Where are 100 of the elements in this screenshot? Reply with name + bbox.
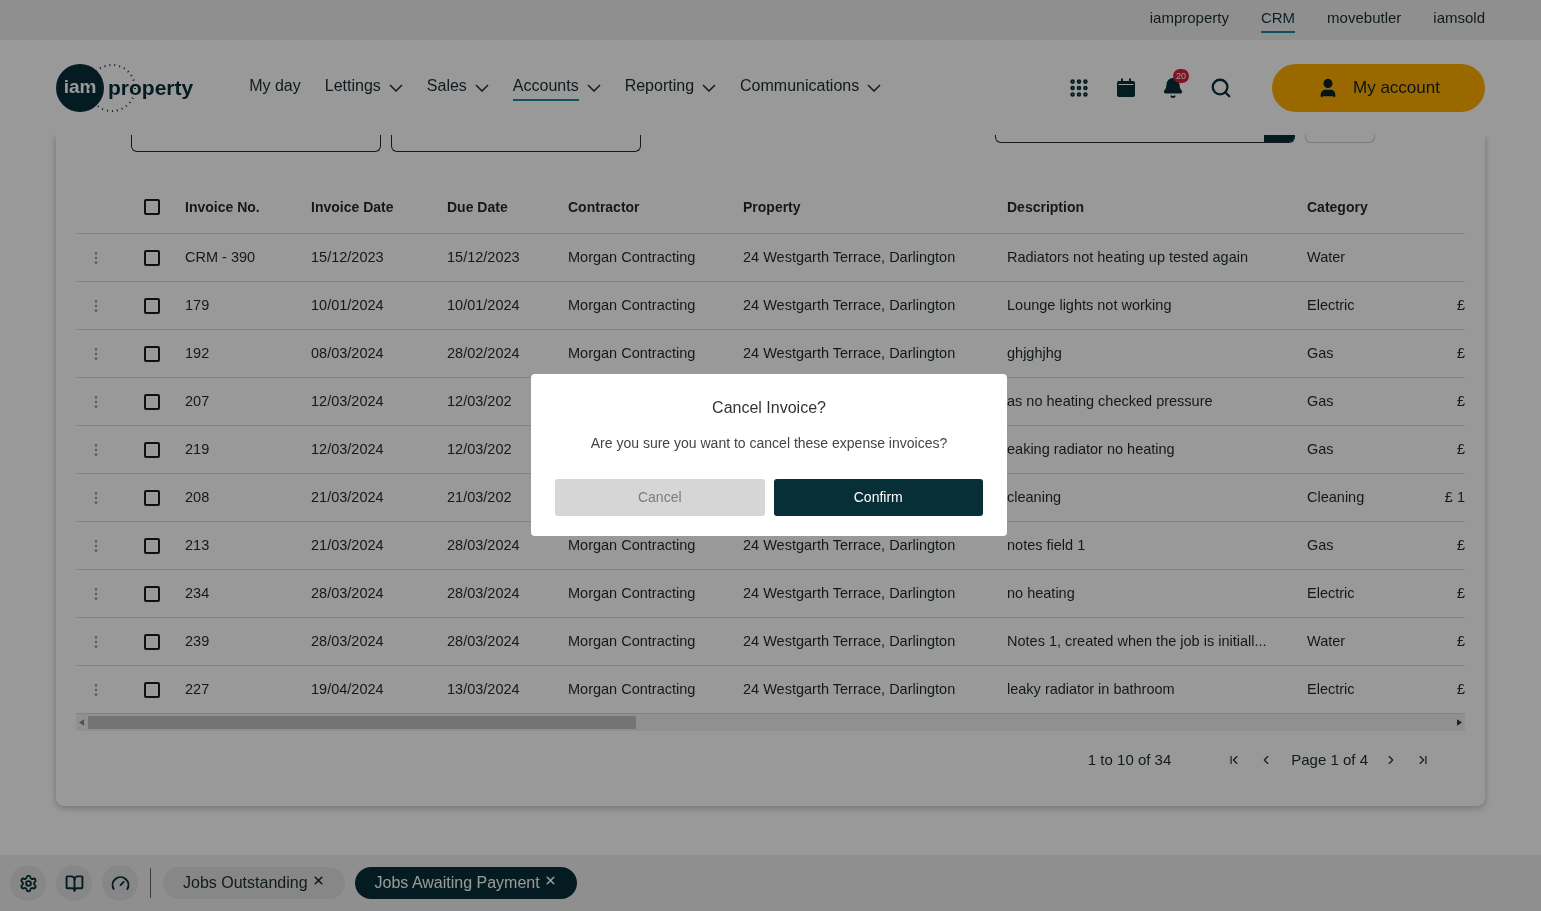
table-cell-text: 192	[185, 343, 210, 363]
table-cell-text: notes field 1	[1007, 535, 1086, 555]
column-header: Property	[743, 197, 801, 217]
table-cell-text: Water	[1307, 631, 1346, 651]
close-icon[interactable]	[311, 873, 325, 887]
table-cell-text: 28/03/2024	[447, 631, 520, 651]
scroll-right-icon[interactable]	[1457, 719, 1462, 726]
table-cell-text: 213	[185, 535, 210, 555]
gear-icon	[18, 873, 38, 893]
table-cell-text: 08/03/2024	[311, 343, 384, 363]
site-link[interactable]: CRM	[1260, 6, 1296, 34]
table-cell-text: 21/03/2024	[311, 487, 384, 507]
checkbox[interactable]	[144, 633, 160, 650]
table-cell-text: Electric	[1307, 295, 1355, 315]
nav-menu-item[interactable]: Accounts	[512, 74, 601, 101]
table-cell-text: CRM - 390	[185, 247, 256, 267]
account-button[interactable]: My account	[1272, 63, 1485, 112]
search-field[interactable]	[995, 135, 1295, 143]
checkbox[interactable]	[144, 297, 160, 314]
search-icon[interactable]	[1210, 76, 1232, 99]
select-field[interactable]	[131, 135, 381, 152]
checkbox[interactable]	[144, 537, 160, 554]
table-cell-text: 15/12/2023	[447, 247, 520, 267]
table-cell-text: £	[1456, 295, 1465, 315]
table-cell-text: 10/01/2024	[311, 295, 384, 315]
table-cell-text: 21/03/2024	[311, 535, 384, 555]
table-cell-text: Electric	[1307, 679, 1355, 699]
table-cell-text: 10/01/2024	[447, 295, 520, 315]
table-cell-text: no heating	[1007, 583, 1075, 603]
table-cell-text: Morgan Contracting	[568, 583, 696, 603]
calendar-icon[interactable]	[1116, 77, 1136, 98]
logo-text: property	[108, 74, 194, 101]
nav-menu-item[interactable]: Lettings	[324, 74, 403, 101]
table-cell-text: 21/03/202	[447, 487, 512, 507]
checkbox[interactable]	[144, 585, 160, 602]
horizontal-scrollbar[interactable]	[76, 714, 1465, 731]
nav-menu-item[interactable]: Communications	[740, 74, 882, 101]
logo-mark: iam	[56, 63, 104, 112]
table-cell-text: Morgan Contracting	[568, 679, 696, 699]
nav-menu-item[interactable]: My day	[249, 74, 301, 101]
checkbox[interactable]	[144, 489, 160, 506]
checkbox[interactable]	[144, 393, 160, 410]
notification-badge: 20	[1173, 68, 1189, 83]
nav-menu-item[interactable]: Reporting	[624, 74, 717, 101]
table-cell-text: as no heating checked pressure	[1007, 391, 1213, 411]
table-cell-text: 24 Westgarth Terrace, Darlington	[743, 343, 956, 363]
table-cell-text: £	[1456, 679, 1465, 699]
settings-button[interactable]	[10, 865, 46, 901]
table-cell-text: Gas	[1307, 439, 1334, 459]
table-cell-text: 24 Westgarth Terrace, Darlington	[743, 535, 956, 555]
table-cell-text: 24 Westgarth Terrace, Darlington	[743, 247, 956, 267]
checkbox[interactable]	[144, 345, 160, 362]
table-cell-text: Gas	[1307, 391, 1334, 411]
table-cell-text: 28/03/2024	[311, 631, 384, 651]
table-cell-text: Lounge lights not working	[1007, 295, 1172, 315]
select-field[interactable]	[391, 135, 641, 152]
table-cell-text: Morgan Contracting	[568, 343, 696, 363]
logo[interactable]: iam property	[56, 63, 194, 112]
gauge-icon	[110, 873, 130, 893]
site-link[interactable]: iamsold	[1433, 6, 1485, 34]
site-link[interactable]: movebutler	[1327, 6, 1402, 34]
book-button[interactable]	[56, 865, 92, 901]
table-cell-text: Morgan Contracting	[568, 247, 696, 267]
confirm-button[interactable]: Confirm	[773, 479, 983, 516]
app-grid-icon[interactable]	[1068, 76, 1090, 99]
table-cell-text: Morgan Contracting	[568, 295, 696, 315]
dock-tab[interactable]: Jobs Outstanding	[163, 867, 345, 899]
site-link[interactable]: iamproperty	[1149, 6, 1229, 34]
gauge-button[interactable]	[102, 865, 138, 901]
table-cell-text: 179	[185, 295, 210, 315]
scroll-left-icon[interactable]	[79, 719, 84, 726]
checkbox[interactable]	[144, 199, 160, 215]
table-cell-text: cleaning	[1007, 487, 1061, 507]
table-cell-text: £	[1456, 343, 1465, 363]
table-cell-text: 24 Westgarth Terrace, Darlington	[743, 679, 956, 699]
dialog-title: Cancel Invoice?	[712, 398, 826, 418]
table-cell-text: Gas	[1307, 343, 1334, 363]
table-cell-text: 28/03/2024	[447, 535, 520, 555]
page-range: 1 to 10 of 34	[1087, 750, 1172, 770]
table-cell-text: Morgan Contracting	[568, 631, 696, 651]
table-cell-text: ghjghjhg	[1007, 343, 1062, 363]
dialog-message: Are you sure you want to cancel these expense invoices?	[590, 434, 948, 453]
table-cell-text: eaking radiator no heating	[1007, 439, 1175, 459]
checkbox[interactable]	[144, 681, 160, 698]
table-cell-text: 28/03/2024	[447, 583, 520, 603]
table-cell-text: 28/03/2024	[311, 583, 384, 603]
column-header: Invoice Date	[311, 197, 394, 217]
checkbox[interactable]	[144, 249, 160, 266]
table-cell-text: £	[1456, 535, 1465, 555]
table-cell-text: 12/03/202	[447, 439, 512, 459]
dock-tab[interactable]: Jobs Awaiting Payment	[354, 867, 577, 899]
column-header: Invoice No.	[185, 197, 260, 217]
page-indicator: Page 1 of 4	[1291, 750, 1368, 770]
nav-menu-item[interactable]: Sales	[426, 74, 489, 101]
table-cell-text: Morgan Contracting	[568, 535, 696, 555]
table-cell-text: £	[1456, 439, 1465, 459]
book-icon	[64, 873, 84, 893]
table-cell-text: 24 Westgarth Terrace, Darlington	[743, 631, 956, 651]
close-icon[interactable]	[543, 873, 557, 887]
checkbox[interactable]	[144, 441, 160, 458]
